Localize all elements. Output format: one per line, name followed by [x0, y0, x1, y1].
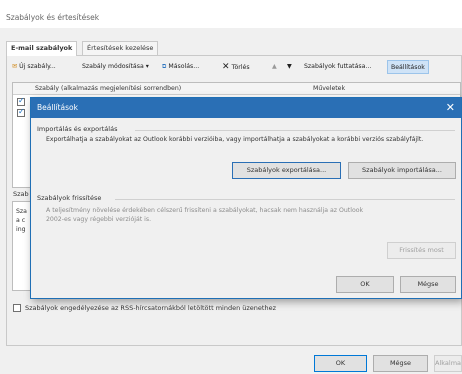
copy-rule-button[interactable]: ⧉ Másolás... — [162, 60, 199, 74]
delete-rule-button[interactable]: ✕ Törlés — [222, 60, 250, 74]
options-cancel-button[interactable]: Mégse — [400, 276, 456, 293]
section-divider — [115, 199, 455, 200]
section-divider — [135, 130, 455, 131]
options-button[interactable]: Beállítások — [387, 60, 429, 74]
options-dialog: Beállítások ✕ Importálás és exportálás E… — [30, 97, 462, 299]
rule-enabled-checkbox[interactable] — [17, 107, 25, 117]
update-rules-text: A teljesítmény növelése érdekében célsze… — [46, 207, 364, 214]
column-rule[interactable]: Szabály (alkalmazás megjelenítési sorren… — [35, 83, 181, 95]
new-rule-button[interactable]: ✉ Új szabály... — [12, 60, 56, 74]
rule-enabled-checkbox[interactable] — [17, 96, 25, 106]
rss-rules-label: Szabályok engedélyezése az RSS-hírcsator… — [25, 304, 276, 312]
delete-icon: ✕ — [222, 62, 230, 72]
options-ok-button[interactable]: OK — [336, 276, 394, 293]
window-title: Szabályok és értesítések — [6, 13, 100, 22]
close-icon[interactable]: ✕ — [446, 98, 455, 118]
update-rules-heading: Szabályok frissítése — [37, 194, 102, 202]
tab-manage-alerts[interactable]: Értesítések kezelése — [82, 41, 159, 55]
apply-button[interactable]: Alkalmaz — [434, 355, 462, 372]
export-rules-button[interactable]: Szabályok exportálása... — [232, 162, 341, 179]
rule-description-label: Szab — [13, 190, 29, 198]
move-down-button[interactable]: ▼ — [287, 60, 292, 74]
import-export-heading: Importálás és exportálás — [37, 125, 118, 133]
rules-list-header: Szabály (alkalmazás megjelenítési sorren… — [13, 83, 460, 95]
change-rule-button[interactable]: Szabály módosítása ▾ — [82, 60, 149, 74]
column-actions[interactable]: Műveletek — [313, 83, 345, 95]
ok-button[interactable]: OK — [314, 355, 367, 372]
tab-email-rules[interactable]: E-mail szabályok — [6, 41, 78, 56]
chevron-down-icon: ▾ — [145, 63, 149, 70]
copy-icon: ⧉ — [162, 63, 167, 70]
description-line: ing — [16, 226, 26, 233]
cancel-button[interactable]: Mégse — [373, 355, 428, 372]
move-up-button[interactable]: ▲ — [272, 60, 277, 74]
import-rules-button[interactable]: Szabályok importálása... — [348, 162, 456, 179]
update-rules-text: 2002-es vagy régebbi verzióját is. — [46, 216, 152, 223]
options-dialog-title: Beállítások — [31, 98, 461, 118]
description-line: a c — [16, 217, 26, 224]
description-line: Sza — [16, 208, 27, 215]
new-rule-icon: ✉ — [12, 63, 18, 70]
import-export-text: Exportálhatja a szabályokat az Outlook k… — [46, 136, 424, 143]
rss-rules-checkbox[interactable] — [13, 304, 21, 312]
run-rules-button[interactable]: Szabályok futtatása... — [304, 60, 371, 74]
update-now-button[interactable]: Frissítés most — [387, 242, 456, 259]
